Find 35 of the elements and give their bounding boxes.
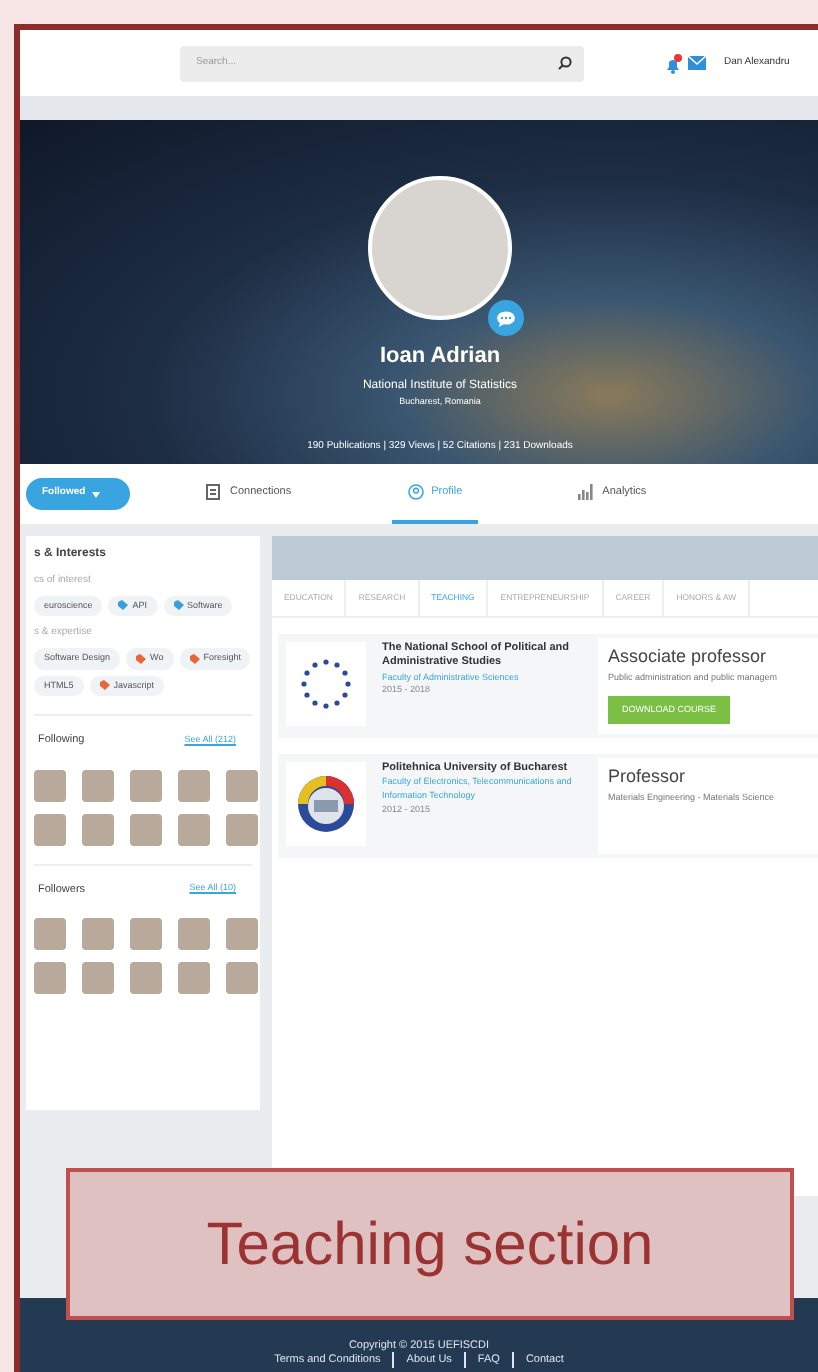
photo-placeholder <box>178 813 210 845</box>
position-title: Associate professor <box>608 644 769 671</box>
photo-placeholder <box>34 961 66 994</box>
photo-placeholder <box>130 813 162 845</box>
photo-placeholder <box>82 769 114 801</box>
photo-placeholder <box>82 813 114 845</box>
photo-placeholder <box>178 917 210 950</box>
photo-placeholder <box>82 961 114 994</box>
photo-placeholder <box>130 961 162 994</box>
photo-placeholder <box>130 917 162 950</box>
seal-logo <box>296 774 356 835</box>
photo-placeholder <box>226 961 258 994</box>
photo-placeholder <box>226 813 258 845</box>
photo-placeholder <box>130 769 162 801</box>
photo-placeholder <box>178 961 210 994</box>
search-icon <box>558 56 572 70</box>
bar-chart-icon <box>578 484 595 500</box>
photo-placeholder <box>34 813 66 845</box>
chat-button[interactable] <box>488 300 524 336</box>
notepad-icon <box>206 484 222 500</box>
annotation-callout: Teaching section <box>66 1168 794 1320</box>
photo-placeholder <box>82 917 114 950</box>
photo-placeholder <box>226 769 258 801</box>
photo-placeholder <box>178 769 210 801</box>
photo-placeholder <box>34 769 66 801</box>
mail-icon[interactable] <box>688 56 706 70</box>
caret-icon <box>91 491 100 497</box>
bell-icon[interactable] <box>664 53 682 73</box>
photo-placeholder <box>226 917 258 950</box>
star-ring-logo <box>298 656 354 713</box>
user-circle-icon <box>407 484 424 500</box>
profile-name: Ioan Adrian <box>379 342 501 372</box>
chat-icon <box>496 309 516 327</box>
position-title: Professor <box>608 764 688 791</box>
photo-placeholder <box>34 917 66 950</box>
